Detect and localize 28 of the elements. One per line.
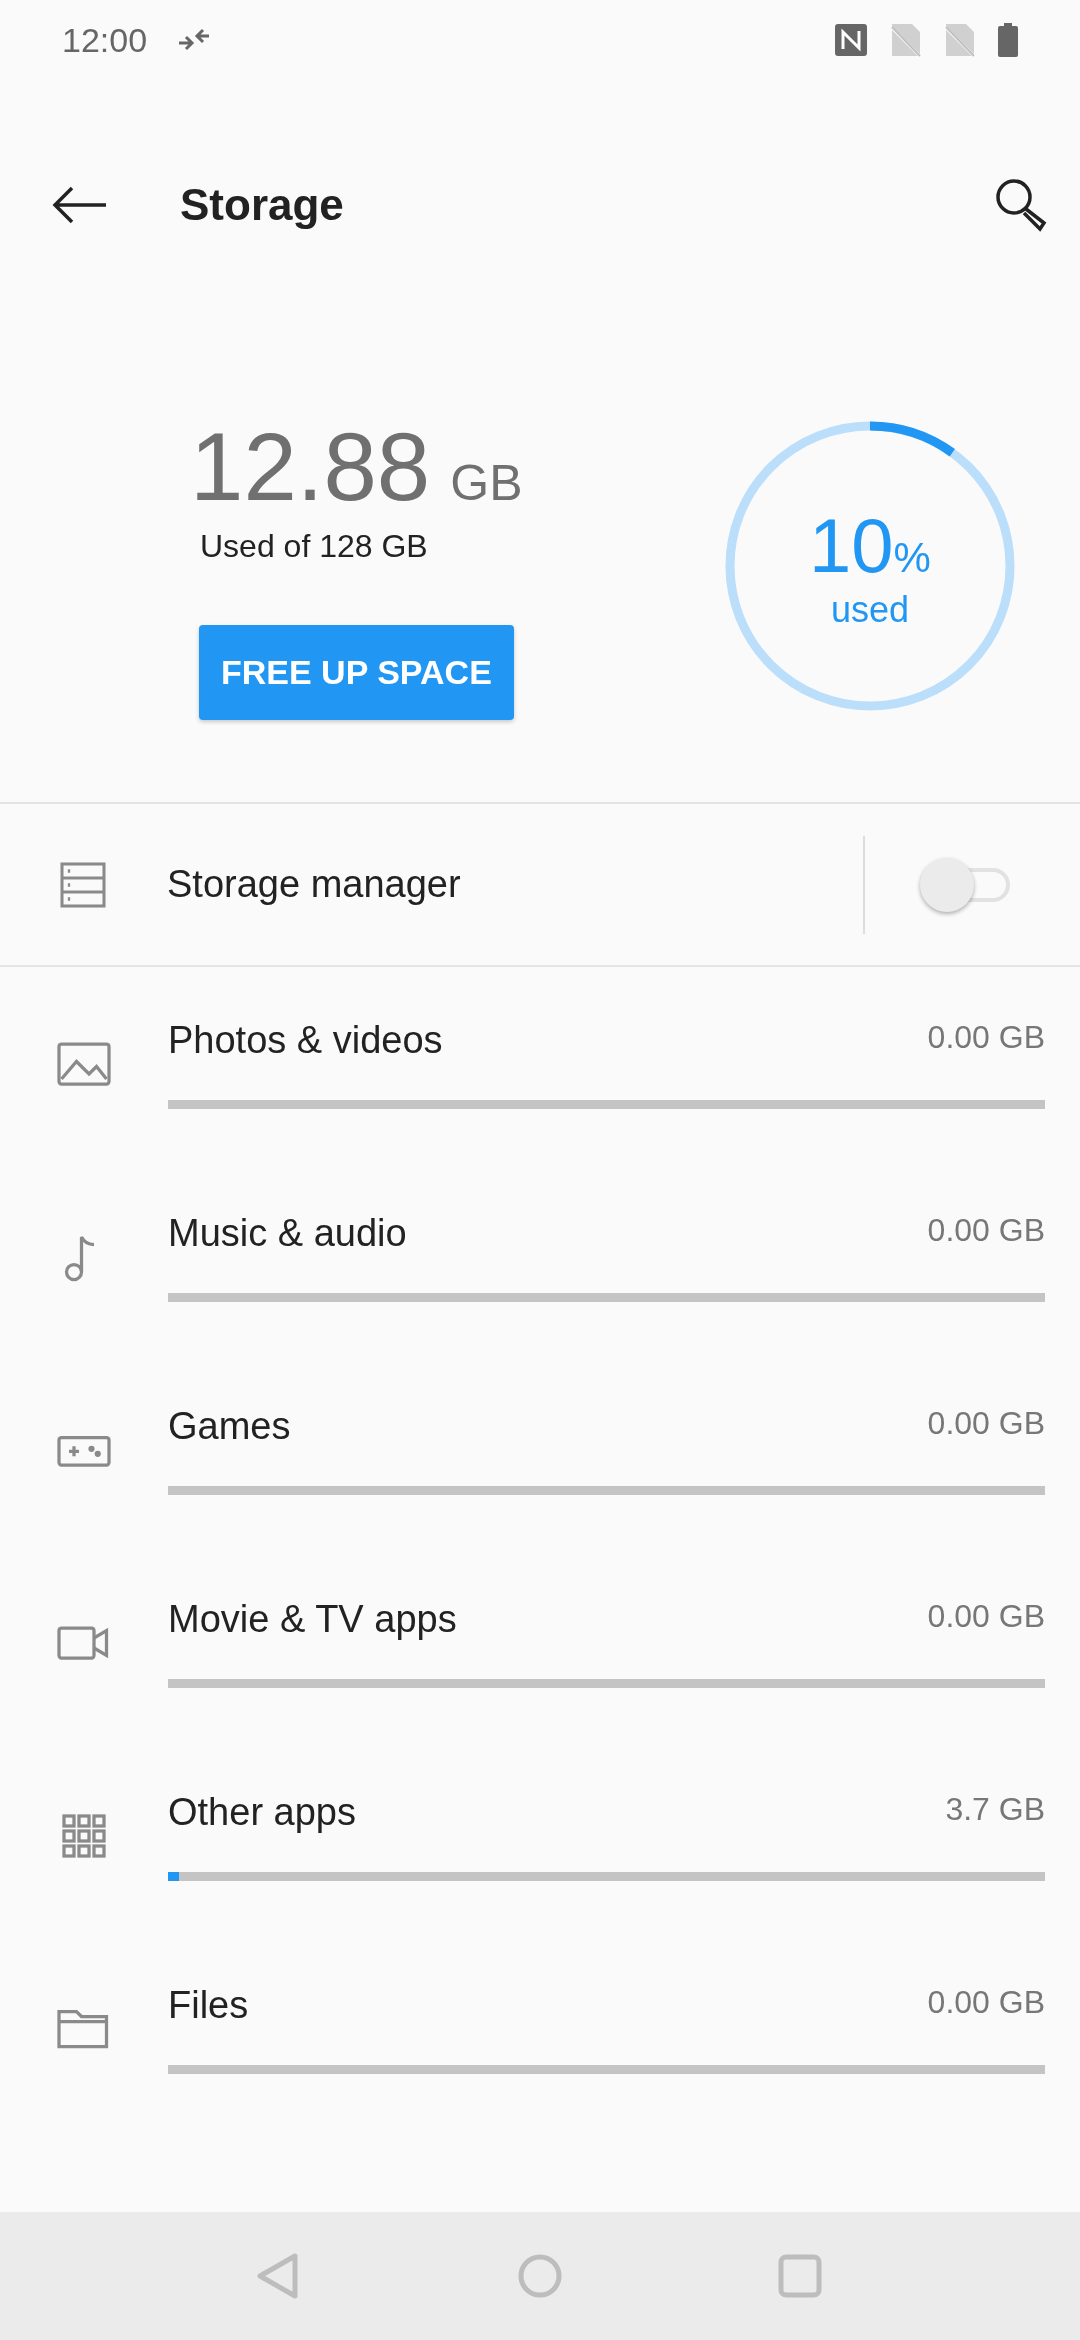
category-size: 0.00 GB [927, 1211, 1045, 1249]
no-sim-icon [944, 22, 976, 58]
category-size: 0.00 GB [927, 1404, 1045, 1442]
category-label: Photos & videos [168, 1018, 443, 1062]
free-up-space-button[interactable]: FREE UP SPACE [199, 625, 514, 720]
used-unit: GB [450, 454, 523, 512]
storage-manager-label: Storage manager [167, 863, 462, 906]
data-saver-icon [177, 27, 212, 53]
category-size: 3.7 GB [945, 1790, 1045, 1828]
category-size: 0.00 GB [927, 1597, 1045, 1635]
battery-icon [998, 23, 1018, 57]
no-sim-icon [890, 22, 922, 58]
nfc-icon [834, 23, 868, 57]
category-size: 0.00 GB [927, 1018, 1045, 1056]
used-amount: 12.88 [190, 412, 431, 522]
used-caption: Used of 128 GB [200, 528, 429, 565]
category-label: Other apps [168, 1790, 356, 1834]
page-title: Storage [180, 180, 345, 230]
category-label: Games [168, 1404, 291, 1448]
percent-value: 10 [809, 501, 894, 589]
storage-manager-switch[interactable] [920, 856, 1010, 913]
category-label: Music & audio [168, 1211, 407, 1255]
used-label: used [830, 588, 910, 631]
status-time: 12:00 [62, 20, 148, 60]
category-size: 0.00 GB [927, 1983, 1045, 2021]
category-label: Movie & TV apps [168, 1597, 457, 1641]
category-label: Files [168, 1983, 249, 2027]
percent-sign: % [893, 533, 931, 582]
